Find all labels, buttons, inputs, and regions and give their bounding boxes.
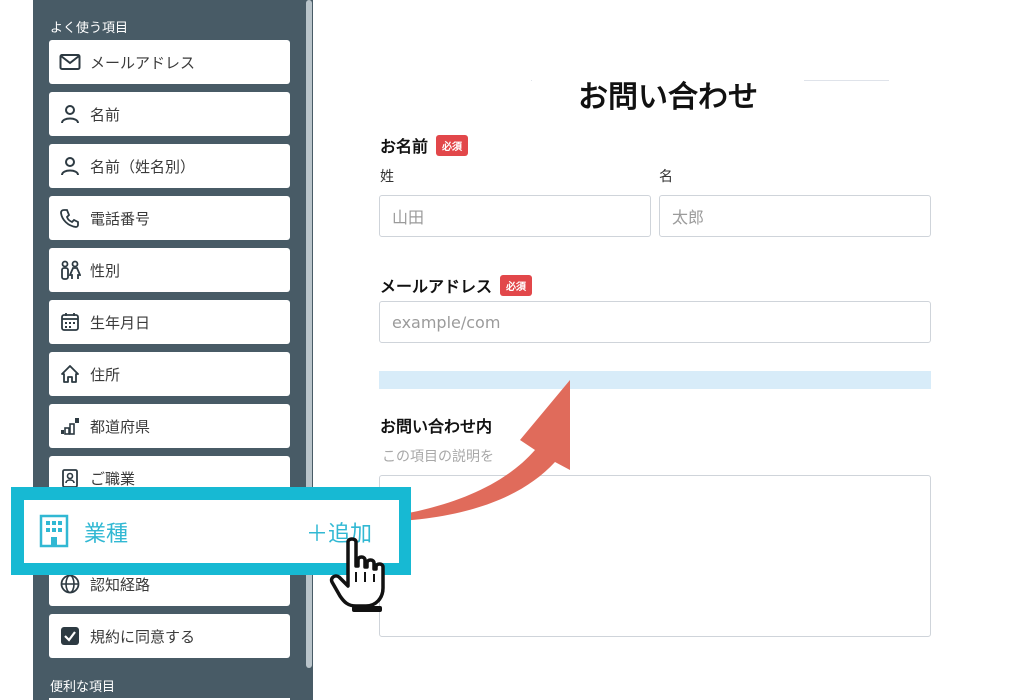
form-title: お問い合わせ bbox=[532, 72, 804, 116]
email-input[interactable]: example/com bbox=[379, 301, 931, 343]
building-icon bbox=[38, 514, 70, 548]
palette-item-label: 性別 bbox=[90, 261, 121, 280]
palette-item-label: 規約に同意する bbox=[90, 627, 196, 646]
gender-icon bbox=[59, 259, 81, 281]
globe-icon bbox=[59, 573, 81, 595]
last-name-label: 姓 bbox=[380, 169, 394, 185]
first-name-label: 名 bbox=[659, 169, 673, 185]
palette-item-address[interactable]: 住所 bbox=[49, 352, 290, 396]
palette-item-label: メールアドレス bbox=[90, 53, 196, 72]
section-title-useful: 便利な項目 bbox=[50, 680, 116, 695]
person-icon bbox=[59, 103, 81, 125]
palette-item-terms[interactable]: 規約に同意する bbox=[49, 614, 290, 658]
palette-item-label: 都道府県 bbox=[90, 417, 151, 436]
palette-item-email[interactable]: メールアドレス bbox=[49, 40, 290, 84]
checkbox-icon bbox=[59, 625, 81, 647]
calendar-icon bbox=[59, 311, 81, 333]
first-name-input[interactable]: 太郎 bbox=[659, 195, 931, 237]
required-badge: 必須 bbox=[436, 134, 469, 156]
section-title-frequent: よく使う項目 bbox=[50, 21, 129, 36]
badge-icon bbox=[59, 467, 81, 489]
palette-item-label: 名前（姓名別） bbox=[90, 157, 196, 176]
name-label-text: お名前 bbox=[380, 137, 429, 156]
email-label-text: メールアドレス bbox=[380, 277, 493, 296]
palette-item-split-name[interactable]: 名前（姓名別） bbox=[49, 144, 290, 188]
required-badge: 必須 bbox=[500, 274, 533, 296]
last-name-input[interactable]: 山田 bbox=[379, 195, 651, 237]
palette-item-birthday[interactable]: 生年月日 bbox=[49, 300, 290, 344]
name-field-label: お名前 必須 bbox=[380, 133, 469, 157]
palette-item-label: 生年月日 bbox=[90, 313, 151, 332]
palette-item-prefecture[interactable]: 都道府県 bbox=[49, 404, 290, 448]
palette-item-label: 住所 bbox=[90, 365, 121, 384]
palette-item-label: 認知経路 bbox=[90, 575, 151, 594]
palette-item-phone[interactable]: 電話番号 bbox=[49, 196, 290, 240]
mail-icon bbox=[59, 51, 81, 73]
email-field-label: メールアドレス 必須 bbox=[380, 273, 533, 297]
palette-item-label: 名前 bbox=[90, 105, 121, 124]
dragging-item-label: 業種 bbox=[84, 522, 129, 547]
palette-item-name[interactable]: 名前 bbox=[49, 92, 290, 136]
home-icon bbox=[59, 363, 81, 385]
palette-item-gender[interactable]: 性別 bbox=[49, 248, 290, 292]
palette-item-label: ご職業 bbox=[90, 469, 136, 488]
hand-cursor-icon bbox=[329, 537, 385, 612]
person-icon bbox=[59, 155, 81, 177]
palette-item-label: 電話番号 bbox=[90, 209, 151, 228]
phone-icon bbox=[59, 207, 81, 229]
map-icon bbox=[59, 415, 81, 437]
